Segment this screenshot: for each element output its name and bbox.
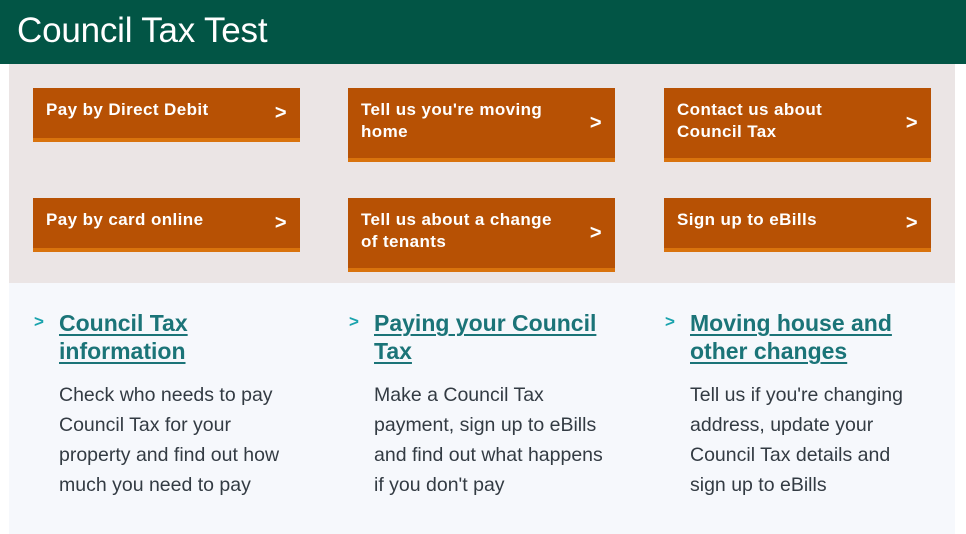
button-label: Tell us about a change of tenants <box>361 210 552 251</box>
topic-description: Make a Council Tax payment, sign up to e… <box>374 384 603 496</box>
button-label: Sign up to eBills <box>677 210 817 229</box>
paying-council-tax-link[interactable]: Paying your Council Tax <box>374 309 614 365</box>
button-label: Contact us about Council Tax <box>677 100 823 141</box>
chevron-right-icon: > <box>905 212 918 234</box>
page-title: Council Tax Test <box>17 11 268 50</box>
change-of-tenants-button[interactable]: Tell us about a change of tenants > <box>348 198 615 272</box>
quick-actions-panel: Pay by Direct Debit > Tell us you're mov… <box>9 64 955 283</box>
sign-up-ebills-button[interactable]: Sign up to eBills > <box>664 198 931 252</box>
topics-panel: > Council Tax information Check who need… <box>9 283 955 534</box>
topic-paying-council-tax: > Paying your Council Tax Make a Council… <box>349 309 614 500</box>
chevron-right-icon: > <box>589 222 602 244</box>
council-tax-information-link[interactable]: Council Tax information <box>59 309 304 365</box>
chevron-right-icon: > <box>665 312 675 331</box>
page-header: Council Tax Test <box>0 0 966 64</box>
topic-moving-house: > Moving house and other changes Tell us… <box>665 309 925 500</box>
tell-us-moving-home-button[interactable]: Tell us you're moving home > <box>348 88 615 162</box>
pay-by-card-button[interactable]: Pay by card online > <box>33 198 300 252</box>
topic-description: Tell us if you're changing address, upda… <box>690 384 903 496</box>
button-label: Pay by card online <box>46 210 204 229</box>
topic-description: Check who needs to pay Council Tax for y… <box>59 384 280 496</box>
chevron-right-icon: > <box>274 102 287 124</box>
contact-us-button[interactable]: Contact us about Council Tax > <box>664 88 931 162</box>
chevron-right-icon: > <box>349 312 359 331</box>
topic-council-tax-information: > Council Tax information Check who need… <box>34 309 304 500</box>
chevron-right-icon: > <box>905 112 918 134</box>
chevron-right-icon: > <box>274 212 287 234</box>
chevron-right-icon: > <box>34 312 44 331</box>
pay-by-direct-debit-button[interactable]: Pay by Direct Debit > <box>33 88 300 142</box>
moving-house-link[interactable]: Moving house and other changes <box>690 309 925 365</box>
button-label: Pay by Direct Debit <box>46 100 209 119</box>
chevron-right-icon: > <box>589 112 602 134</box>
button-label: Tell us you're moving home <box>361 100 543 141</box>
